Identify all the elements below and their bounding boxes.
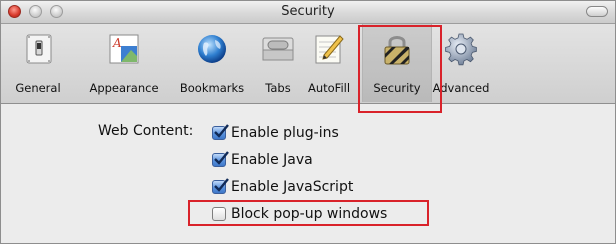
toolbar-toggle-button[interactable] xyxy=(586,6,608,17)
checkbox-label: Enable plug-ins xyxy=(231,125,339,141)
preferences-window: Security General A Appearance Bookmarks … xyxy=(0,0,616,244)
svg-text:A: A xyxy=(112,36,122,50)
enable-java-checkbox[interactable] xyxy=(212,151,229,167)
toolbar-item-autofill[interactable]: AutoFill xyxy=(305,24,353,102)
autofill-pencil-icon xyxy=(315,35,344,64)
toolbar-item-appearance[interactable]: A Appearance xyxy=(84,24,164,102)
toolbar-item-label: Tabs xyxy=(265,81,291,95)
gear-icon xyxy=(445,33,477,66)
toolbar-item-general[interactable]: General xyxy=(13,24,63,102)
checkmark-icon xyxy=(214,151,229,165)
toolbar-item-bookmarks[interactable]: Bookmarks xyxy=(172,24,252,102)
preferences-toolbar: General A Appearance Bookmarks Tabs Auto… xyxy=(1,24,615,104)
appearance-icon: A xyxy=(109,34,139,64)
globe-icon xyxy=(198,35,226,63)
security-highlight-box xyxy=(358,25,442,113)
tabs-icon xyxy=(262,37,294,61)
general-switch-icon xyxy=(26,34,52,64)
checkbox-label: Enable JavaScript xyxy=(231,179,354,195)
checkmark-icon xyxy=(214,124,229,138)
toolbar-item-label: General xyxy=(15,81,61,95)
enable-plugins-checkbox[interactable] xyxy=(212,124,229,140)
enable-javascript-checkbox-row[interactable]: Enable JavaScript xyxy=(212,178,353,196)
enable-javascript-checkbox[interactable] xyxy=(212,178,229,194)
window-title: Security xyxy=(281,4,335,19)
toolbar-item-label: Bookmarks xyxy=(179,81,245,95)
enable-plugins-checkbox-row[interactable]: Enable plug-ins xyxy=(212,124,339,142)
block-popups-highlight-box xyxy=(188,200,429,226)
toolbar-item-label: Appearance xyxy=(89,81,159,95)
toolbar-item-tabs[interactable]: Tabs xyxy=(258,24,298,102)
enable-java-checkbox-row[interactable]: Enable Java xyxy=(212,151,313,169)
web-content-label: Web Content: xyxy=(98,123,194,139)
checkbox-label: Enable Java xyxy=(231,152,313,168)
checkmark-icon xyxy=(214,178,229,192)
toolbar-item-label: AutoFill xyxy=(307,81,351,95)
title-bar[interactable]: Security xyxy=(1,1,615,24)
